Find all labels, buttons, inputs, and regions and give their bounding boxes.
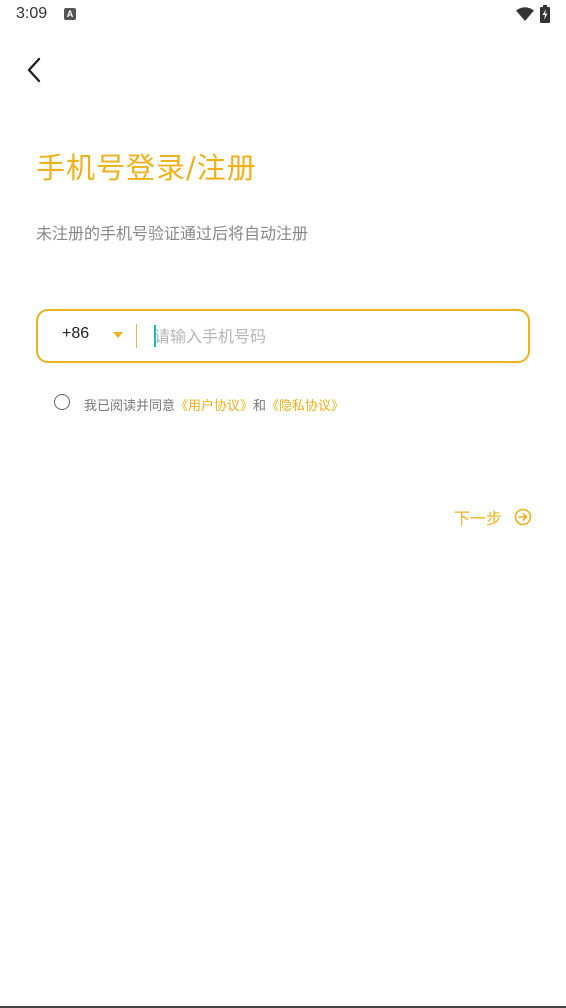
status-time: 3:09 [16, 5, 48, 22]
a-badge-icon: A [64, 8, 76, 20]
page-subtitle: 未注册的手机号验证通过后将自动注册 [36, 224, 309, 243]
arrow-right-circle-icon [514, 508, 532, 526]
input-divider [136, 324, 137, 348]
chevron-left-icon [27, 57, 41, 83]
privacy-policy-link[interactable]: 《隐私协议》 [266, 399, 344, 414]
next-step-label: 下一步 [453, 509, 502, 528]
login-page: 3:09 A 手机号登录/注册 未注册的手机号验证通过后将自动注册 +86 我已… [0, 0, 566, 1008]
phone-number-input[interactable] [152, 322, 514, 350]
back-button[interactable] [18, 52, 50, 88]
agreement-text: 我已阅读并同意《用户协议》和《隐私协议》 [84, 395, 344, 414]
agreement-radio[interactable] [54, 394, 70, 410]
caret-down-icon[interactable] [113, 332, 123, 338]
wifi-icon [516, 7, 534, 21]
text-caret [154, 325, 156, 347]
user-agreement-link[interactable]: 《用户协议》 [175, 399, 253, 414]
battery-charging-icon [540, 5, 550, 23]
agreement-prefix: 我已阅读并同意 [84, 399, 176, 414]
page-title: 手机号登录/注册 [36, 151, 257, 185]
phone-input-box: +86 [36, 309, 530, 363]
agreement-conjunction: 和 [253, 399, 267, 414]
country-code-selector[interactable]: +86 [62, 325, 89, 343]
next-step-button[interactable]: 下一步 [454, 505, 532, 529]
status-icons [516, 5, 550, 23]
status-bar: 3:09 A [0, 0, 566, 30]
